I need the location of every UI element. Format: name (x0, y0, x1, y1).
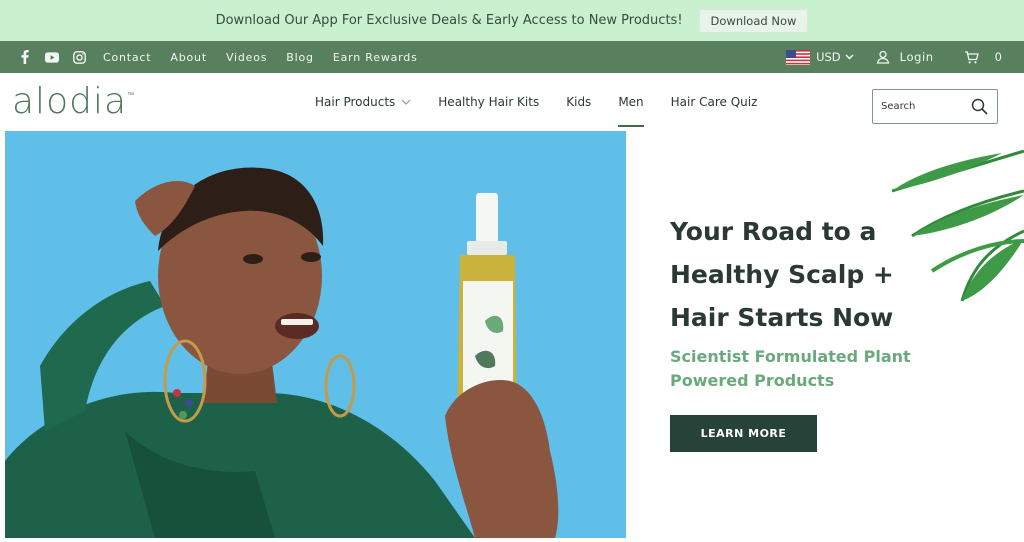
hero-image (5, 131, 626, 538)
nav-item-kids[interactable]: Kids (566, 73, 591, 131)
nav-item-men[interactable]: Men (618, 73, 645, 131)
utility-link-blog[interactable]: Blog (286, 51, 314, 64)
search-input[interactable] (881, 101, 969, 112)
user-icon[interactable] (876, 50, 890, 64)
hero-headline: Your Road to a Healthy Scalp + Hair Star… (670, 210, 990, 339)
search-box (872, 89, 998, 124)
instagram-icon[interactable] (72, 50, 86, 64)
trademark-mark: ™ (127, 91, 136, 99)
utility-links: Contact About Videos Blog Earn Rewards (103, 51, 437, 64)
main-nav: Hair Products Healthy Hair Kits Kids Men… (315, 73, 784, 131)
us-flag-icon[interactable] (786, 49, 811, 65)
alodia-logo[interactable]: alodia™ (12, 81, 135, 122)
facebook-icon[interactable] (18, 50, 32, 64)
utility-link-contact[interactable]: Contact (103, 51, 151, 64)
nav-item-label: Hair Products (315, 95, 396, 109)
nav-item-hair-products[interactable]: Hair Products (315, 73, 411, 131)
hero-subheading: Scientist Formulated Plant Powered Produ… (670, 345, 990, 393)
utility-link-about[interactable]: About (170, 51, 207, 64)
search-icon[interactable] (971, 98, 988, 115)
site-header: alodia™ Hair Products Healthy Hair Kits … (0, 73, 1024, 131)
chevron-down-icon (401, 99, 411, 105)
nav-item-label: Kids (566, 95, 592, 109)
nav-item-label: Healthy Hair Kits (438, 95, 540, 109)
social-links (18, 50, 99, 64)
nav-item-healthy-hair-kits[interactable]: Healthy Hair Kits (438, 73, 539, 131)
utility-bar: Contact About Videos Blog Earn Rewards U… (0, 41, 1024, 73)
nav-item-label: Men (618, 95, 644, 109)
hero-copy: Your Road to a Healthy Scalp + Hair Star… (670, 210, 990, 393)
nav-item-label: Hair Care Quiz (670, 95, 758, 109)
hero-subheading-line: Powered Products (670, 371, 835, 390)
utility-link-earn-rewards[interactable]: Earn Rewards (333, 51, 418, 64)
hero-subheading-line: Scientist Formulated Plant (670, 347, 911, 366)
promo-text: Download Our App For Exclusive Deals & E… (215, 13, 683, 28)
currency-selector[interactable]: USD (816, 50, 841, 64)
hero-headline-line: Healthy Scalp + (670, 260, 894, 289)
utility-right: USD Login 0 (786, 41, 1002, 73)
nav-item-hair-care-quiz[interactable]: Hair Care Quiz (671, 73, 758, 131)
cart-count[interactable]: 0 (995, 50, 1002, 64)
login-link[interactable]: Login (900, 50, 934, 64)
download-now-button[interactable]: Download Now (698, 8, 809, 33)
chevron-down-icon[interactable] (845, 54, 854, 60)
logo-text: alodia (12, 81, 128, 122)
hero-headline-line: Your Road to a (670, 217, 877, 246)
hero-headline-line: Hair Starts Now (670, 303, 894, 332)
cart-icon[interactable] (964, 50, 979, 64)
promo-bar: Download Our App For Exclusive Deals & E… (0, 0, 1024, 41)
utility-link-videos[interactable]: Videos (226, 51, 267, 64)
youtube-icon[interactable] (45, 50, 59, 64)
learn-more-button[interactable]: LEARN MORE (670, 415, 817, 452)
